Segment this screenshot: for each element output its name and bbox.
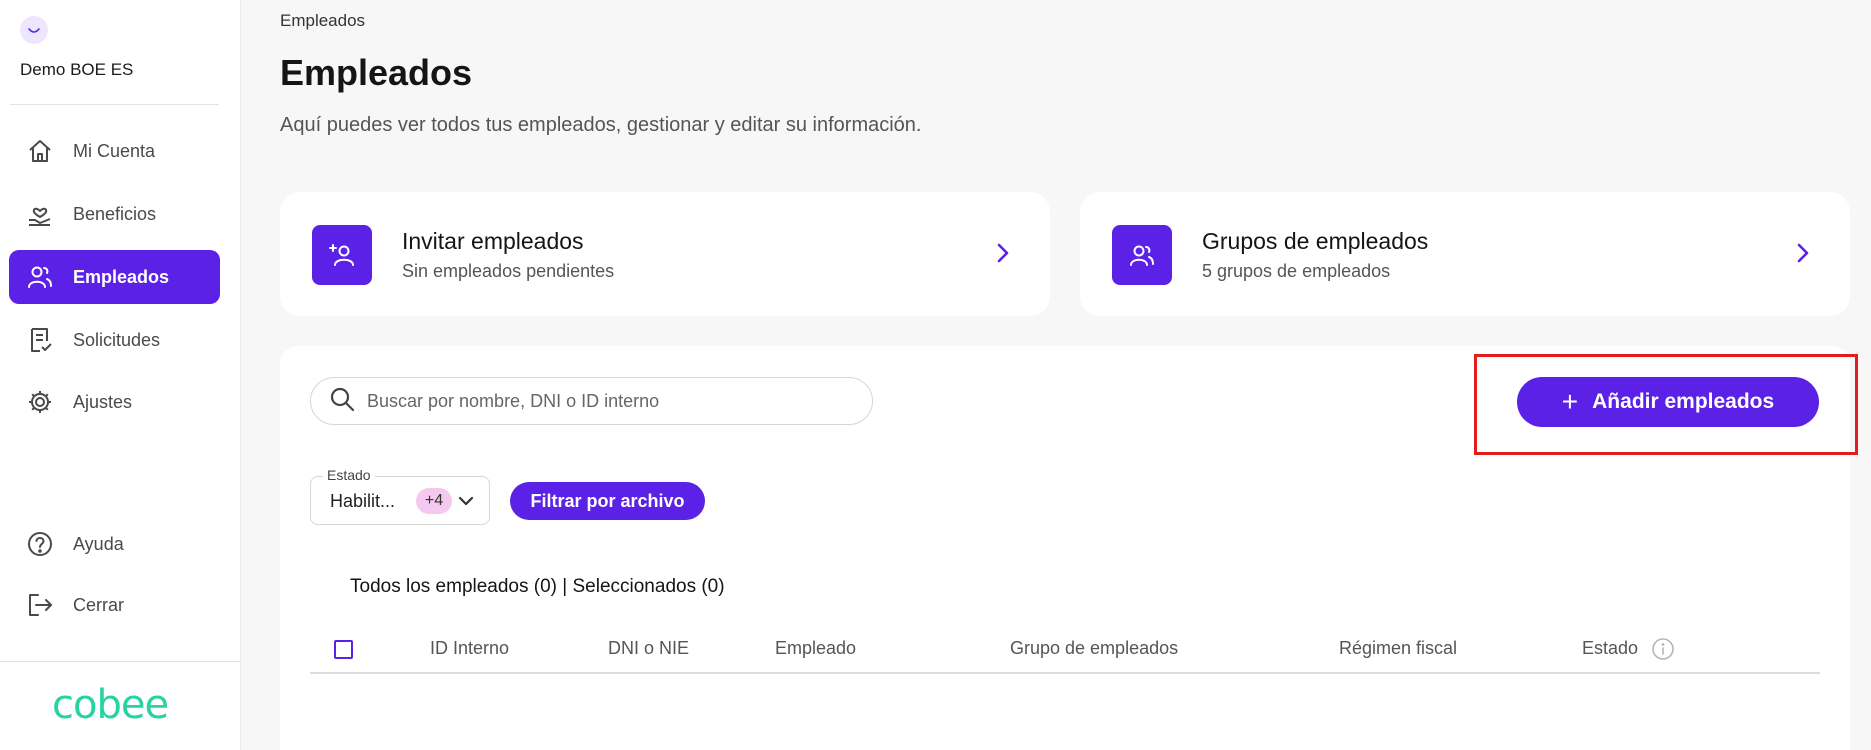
filter-by-file-button[interactable]: Filtrar por archivo <box>510 482 705 520</box>
gear-icon <box>25 387 55 417</box>
sidebar-item-label: Ajustes <box>73 391 133 412</box>
sidebar-item-label: Solicitudes <box>73 329 161 350</box>
sidebar: Demo BOE ES Mi Cuenta Beneficios Emplead… <box>0 0 241 750</box>
page-title: Empleados <box>280 52 473 93</box>
company-name: Demo BOE ES <box>20 60 134 79</box>
logout-icon <box>25 590 55 620</box>
invite-employees-card[interactable]: Invitar empleados Sin empleados pendient… <box>280 192 1050 316</box>
sidebar-item-label: Cerrar <box>73 594 125 615</box>
column-header[interactable]: Régimen fiscal <box>1339 638 1457 659</box>
sidebar-divider <box>0 661 241 662</box>
sidebar-item-ayuda[interactable]: Ayuda <box>9 517 220 571</box>
select-all-checkbox[interactable] <box>334 640 353 659</box>
smile-icon <box>28 28 40 33</box>
sidebar-item-label: Beneficios <box>73 203 157 224</box>
users-icon <box>25 262 55 292</box>
status-filter-select[interactable]: Estado Habilit... +4 <box>310 467 490 525</box>
sidebar-item-label: Mi Cuenta <box>73 140 156 161</box>
sidebar-item-ajustes[interactable]: Ajustes <box>9 375 220 429</box>
column-header[interactable]: Grupo de empleados <box>1010 638 1178 659</box>
column-header[interactable]: Empleado <box>775 638 856 659</box>
chevron-right-icon <box>1792 242 1814 264</box>
add-user-icon <box>312 225 372 285</box>
help-icon <box>25 529 55 559</box>
info-icon[interactable] <box>1650 636 1676 662</box>
employee-counts: Todos los empleados (0) | Seleccionados … <box>350 576 725 597</box>
search-icon <box>329 386 355 417</box>
sidebar-item-solicitudes[interactable]: Solicitudes <box>9 313 220 367</box>
sidebar-item-empleados[interactable]: Empleados <box>9 250 220 304</box>
sidebar-item-beneficios[interactable]: Beneficios <box>9 187 220 241</box>
benefits-icon <box>25 199 55 229</box>
home-icon <box>25 136 55 166</box>
sidebar-item-cerrar[interactable]: Cerrar <box>9 578 220 632</box>
card-title: Invitar empleados <box>402 228 584 254</box>
column-header[interactable]: Estado <box>1582 638 1638 659</box>
table-header: ID Interno DNI o NIE Empleado Grupo de e… <box>310 634 1820 674</box>
card-subtitle: Sin empleados pendientes <box>402 261 615 281</box>
chevron-down-icon <box>457 492 475 510</box>
sidebar-item-mi-cuenta[interactable]: Mi Cuenta <box>9 124 220 178</box>
column-header[interactable]: ID Interno <box>430 638 509 659</box>
sidebar-item-label: Empleados <box>73 266 170 287</box>
company-avatar <box>20 16 48 44</box>
highlight-box <box>1474 354 1858 455</box>
status-extra-badge: +4 <box>416 488 452 514</box>
breadcrumb[interactable]: Empleados <box>280 11 365 31</box>
employee-groups-card[interactable]: Grupos de empleados 5 grupos de empleado… <box>1080 192 1850 316</box>
card-subtitle: 5 grupos de empleados <box>1202 261 1391 281</box>
chevron-right-icon <box>992 242 1014 264</box>
sidebar-item-label: Ayuda <box>73 533 124 554</box>
search-field[interactable] <box>310 377 873 425</box>
sidebar-divider <box>10 104 219 105</box>
card-title: Grupos de empleados <box>1202 228 1429 254</box>
status-filter-value: Habilit... <box>330 491 396 511</box>
cobee-logo: cobee <box>52 682 169 728</box>
search-input[interactable] <box>367 390 847 412</box>
status-filter-legend: Estado <box>323 467 375 483</box>
page-description: Aquí puedes ver todos tus empleados, ges… <box>280 114 922 136</box>
group-icon <box>1112 225 1172 285</box>
column-header[interactable]: DNI o NIE <box>608 638 689 659</box>
requests-icon <box>25 325 55 355</box>
